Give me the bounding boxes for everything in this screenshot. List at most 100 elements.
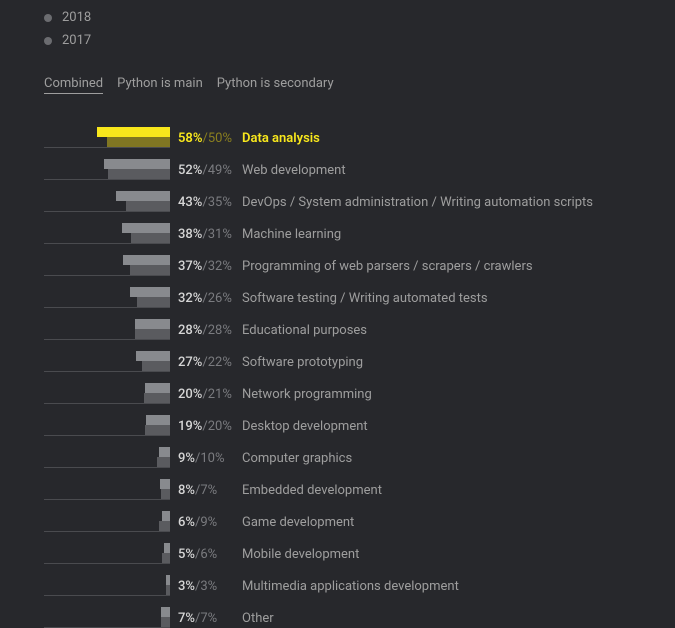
bar-2018 [160, 479, 170, 489]
bar-track [44, 404, 170, 436]
percent-labels: 43%/35% [178, 195, 242, 212]
category-label: Data analysis [242, 131, 320, 148]
bar-2017 [144, 393, 170, 403]
category-label: Programming of web parsers / scrapers / … [242, 259, 533, 276]
bar-2018 [97, 127, 170, 137]
chart-row: 9%/10%Computer graphics [44, 436, 631, 468]
chart-row: 32%/26%Software testing / Writing automa… [44, 276, 631, 308]
bar-2017 [157, 457, 170, 467]
bar-2017 [142, 361, 170, 371]
pct-2017: 35% [208, 195, 232, 210]
pct-2018: 9% [178, 451, 195, 466]
percent-labels: 5%/6% [178, 547, 242, 564]
percent-labels: 37%/32% [178, 259, 242, 276]
chart-row: 6%/9%Game development [44, 500, 631, 532]
chart-row: 52%/49%Web development [44, 148, 631, 180]
chart-row: 43%/35%DevOps / System administration / … [44, 180, 631, 212]
bar-2017 [162, 553, 170, 563]
category-label: Computer graphics [242, 451, 352, 468]
percent-labels: 3%/3% [178, 579, 242, 596]
percent-labels: 20%/21% [178, 387, 242, 404]
bar-2018 [145, 383, 170, 393]
bar-track [44, 468, 170, 500]
percent-labels: 28%/28% [178, 323, 242, 340]
pct-2018: 20% [178, 387, 202, 402]
pct-2018: 8% [178, 483, 195, 498]
category-label: Embedded development [242, 483, 382, 500]
pct-2018: 58% [178, 131, 202, 146]
bar-2018 [146, 415, 170, 425]
category-label: Desktop development [242, 419, 368, 436]
percent-labels: 38%/31% [178, 227, 242, 244]
category-label: Mobile development [242, 547, 359, 564]
category-label: Web development [242, 163, 346, 180]
pct-2017: 21% [208, 387, 232, 402]
pct-2017: 28% [208, 323, 232, 338]
legend-item-2017[interactable]: 2017 [44, 33, 631, 48]
chart-row: 5%/6%Mobile development [44, 532, 631, 564]
bar-2017 [135, 329, 170, 339]
pct-2018: 28% [178, 323, 202, 338]
bar-2018 [122, 223, 170, 233]
chart-row: 37%/32%Programming of web parsers / scra… [44, 244, 631, 276]
percent-labels: 32%/26% [178, 291, 242, 308]
pct-2017: 49% [208, 163, 232, 178]
tab-python-main[interactable]: Python is main [117, 76, 203, 94]
bar-2017 [137, 297, 170, 307]
percent-labels: 52%/49% [178, 163, 242, 180]
bar-track [44, 148, 170, 180]
pct-2018: 38% [178, 227, 202, 242]
bar-track [44, 596, 170, 628]
pct-2018: 7% [178, 611, 195, 626]
legend-item-2018[interactable]: 2018 [44, 10, 631, 25]
chart-row: 38%/31%Machine learning [44, 212, 631, 244]
percent-labels: 6%/9% [178, 515, 242, 532]
category-label: Network programming [242, 387, 372, 404]
legend-dot-icon [44, 14, 52, 22]
chart-row: 27%/22%Software prototyping [44, 340, 631, 372]
bar-track [44, 180, 170, 212]
pct-2017: 22% [208, 355, 232, 370]
percent-labels: 58%/50% [178, 131, 242, 148]
bar-track [44, 276, 170, 308]
year-legend: 2018 2017 [44, 10, 631, 48]
bar-track [44, 372, 170, 404]
percent-labels: 8%/7% [178, 483, 242, 500]
legend-label: 2018 [62, 10, 91, 25]
bar-track [44, 500, 170, 532]
category-label: Educational purposes [242, 323, 367, 340]
bar-2017 [126, 201, 170, 211]
tab-python-secondary[interactable]: Python is secondary [217, 76, 334, 94]
bar-2017 [166, 585, 170, 595]
bar-track [44, 340, 170, 372]
category-label: Other [242, 611, 274, 628]
bar-2017 [159, 521, 170, 531]
bar-track [44, 564, 170, 596]
pct-2017: 32% [208, 259, 232, 274]
pct-2018: 32% [178, 291, 202, 306]
percent-labels: 27%/22% [178, 355, 242, 372]
bar-track [44, 436, 170, 468]
pct-2017: 7% [200, 483, 217, 498]
legend-label: 2017 [62, 33, 91, 48]
chart-rows: 58%/50%Data analysis52%/49%Web developme… [44, 116, 631, 628]
pct-2018: 27% [178, 355, 202, 370]
chart-row: 20%/21%Network programming [44, 372, 631, 404]
chart-row: 58%/50%Data analysis [44, 116, 631, 148]
category-label: Machine learning [242, 227, 341, 244]
chart-row: 28%/28%Educational purposes [44, 308, 631, 340]
bar-2018 [130, 287, 170, 297]
pct-2018: 37% [178, 259, 202, 274]
bar-2017 [161, 617, 170, 627]
legend-dot-icon [44, 37, 52, 45]
bar-2018 [164, 543, 170, 553]
category-label: Game development [242, 515, 354, 532]
pct-2017: 3% [200, 579, 217, 594]
bar-track [44, 212, 170, 244]
category-label: Software prototyping [242, 355, 363, 372]
tab-combined[interactable]: Combined [44, 76, 103, 94]
bar-2017 [131, 233, 170, 243]
pct-2018: 52% [178, 163, 202, 178]
chart-row: 3%/3%Multimedia applications development [44, 564, 631, 596]
pct-2018: 5% [178, 547, 195, 562]
